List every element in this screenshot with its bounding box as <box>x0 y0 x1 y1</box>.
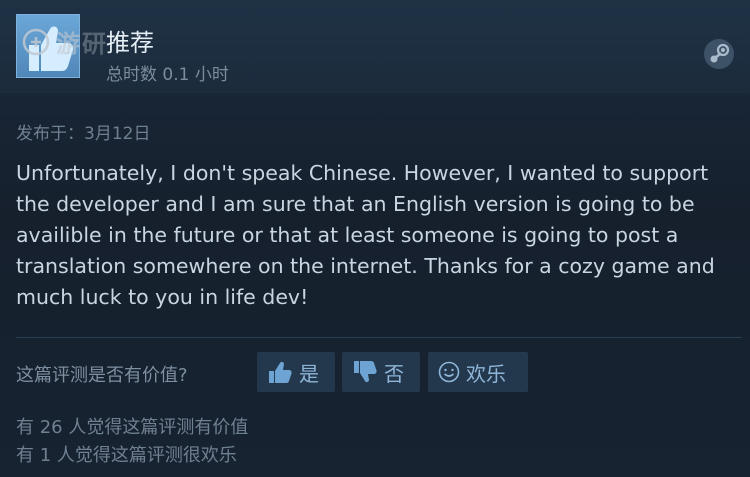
vote-no-label: 否 <box>384 361 404 386</box>
posted-date: 发布于：3月12日 <box>16 124 151 144</box>
recommendation-label: 推荐 <box>106 29 154 57</box>
smiley-icon <box>438 361 460 383</box>
vote-funny-button[interactable]: 欢乐 <box>428 352 528 392</box>
vote-funny-label: 欢乐 <box>466 361 506 386</box>
playtime-hours: 总时数 0.1 小时 <box>106 65 229 85</box>
svg-text:游: 游 <box>56 30 80 58</box>
helpful-question: 这篇评测是否有价值? <box>16 365 188 386</box>
review-text: Unfortunately, I don't speak Chinese. Ho… <box>16 161 715 309</box>
thumbs-down-icon <box>354 361 377 383</box>
svg-text:研: 研 <box>82 30 106 58</box>
steam-icon[interactable] <box>703 38 735 70</box>
funny-count: 有 1 人觉得这篇评测很欢乐 <box>16 445 237 466</box>
vote-yes-label: 是 <box>299 361 319 386</box>
thumbs-up-icon <box>269 361 292 383</box>
vote-yes-button[interactable]: 是 <box>257 352 335 392</box>
vote-no-button[interactable]: 否 <box>342 352 420 392</box>
helpful-count: 有 26 人觉得这篇评测有价值 <box>16 417 249 438</box>
divider <box>16 337 742 338</box>
